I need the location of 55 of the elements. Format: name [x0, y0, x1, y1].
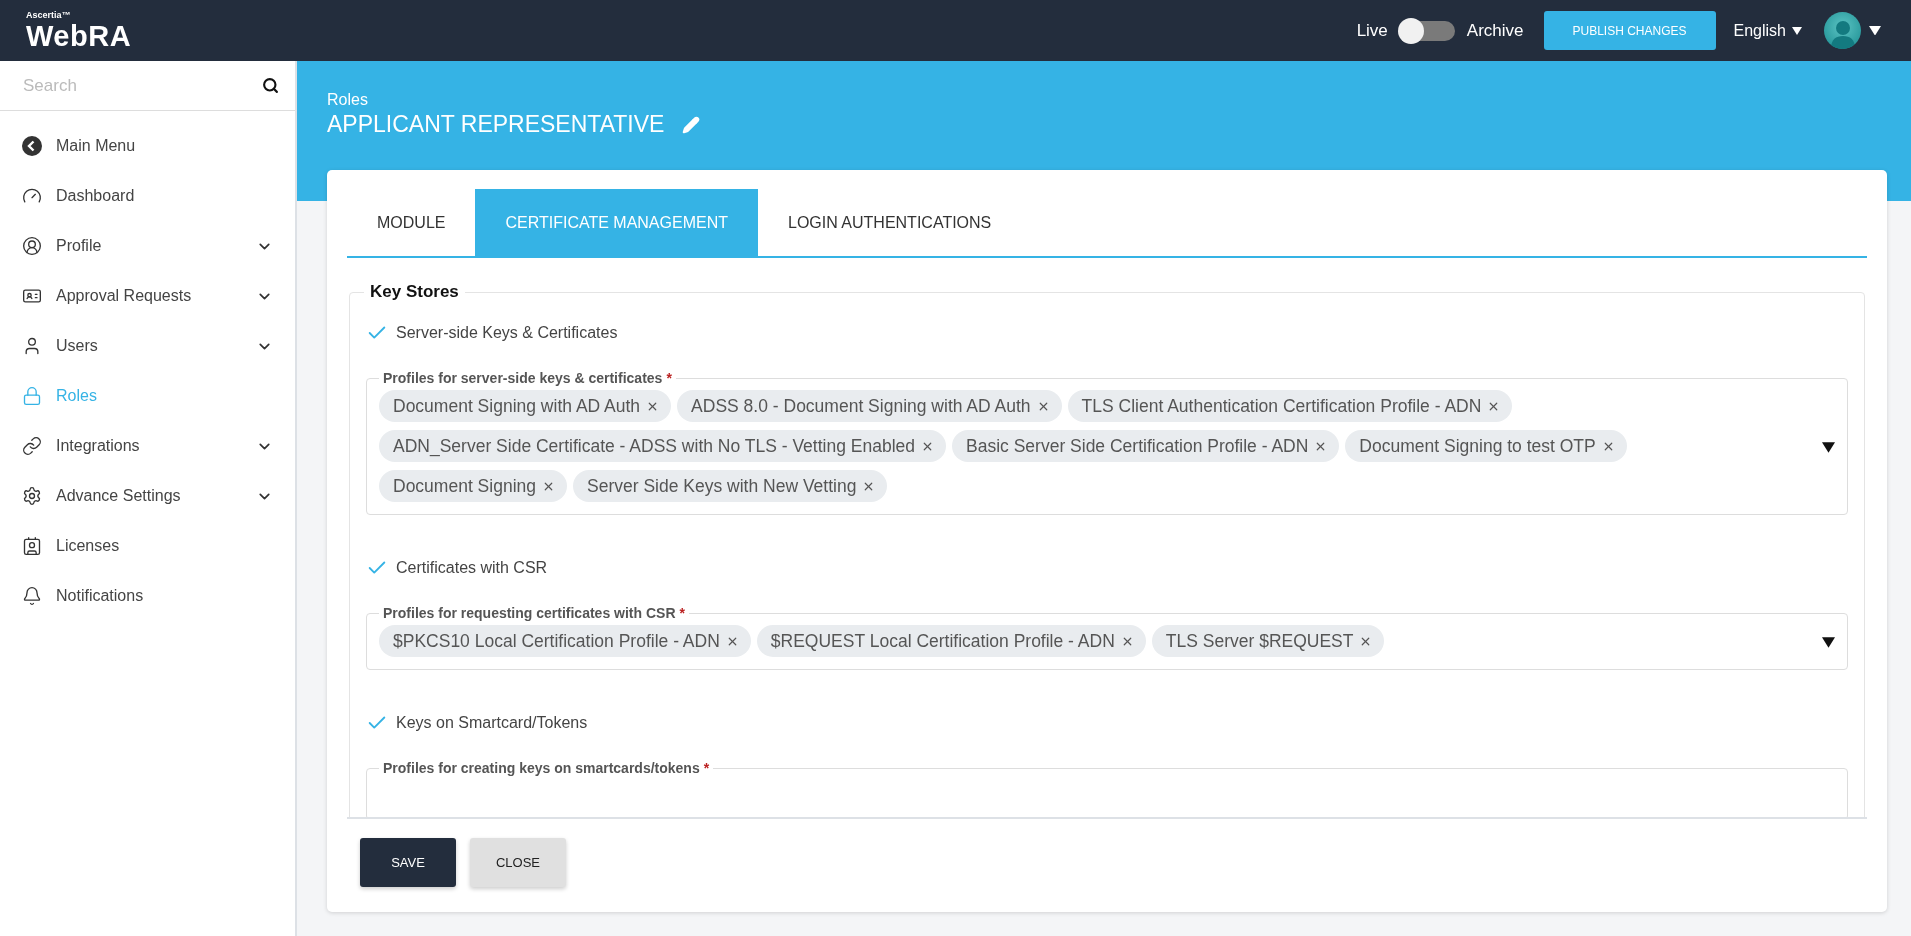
save-button[interactable]: SAVE	[360, 838, 456, 887]
profile-chip: ADN_Server Side Certificate - ADSS with No TLS - Vetting Enabled	[379, 430, 946, 462]
dropdown-icon[interactable]	[1822, 442, 1835, 453]
sidebar-item[interactable]: Advance Settings	[0, 471, 295, 521]
profile-chip: $REQUEST Local Certification Profile - ADN	[756, 625, 1146, 657]
profile-chip: $PKCS10 Local Certification Profile - ADN	[379, 625, 751, 657]
user-icon	[22, 236, 42, 256]
language-dropdown[interactable]: English	[1733, 21, 1802, 40]
group-title: Key Stores	[369, 282, 460, 302]
link-icon	[22, 436, 42, 456]
profile-select[interactable]	[366, 370, 1848, 515]
profile-chip: Document Signing	[379, 470, 567, 502]
avatar-icon[interactable]	[1824, 12, 1861, 49]
lock-icon	[22, 386, 42, 406]
sidebar-item[interactable]: Main Menu	[0, 121, 295, 171]
sidebar-item[interactable]: Approval Requests	[0, 271, 295, 321]
tab[interactable]: MODULE	[347, 189, 476, 256]
checkbox-label: Server-side Keys & Certificates	[396, 324, 618, 342]
sidebar-item[interactable]: Licenses	[0, 521, 295, 571]
sidebar-item[interactable]: Dashboard	[0, 171, 295, 221]
dropdown-icon[interactable]	[1822, 637, 1835, 648]
profile-chip: TLS Client Authentication Certification Profile - ADN	[1067, 390, 1513, 422]
profile-chip: Document Signing with AD Auth	[379, 390, 672, 422]
caret-icon	[1792, 26, 1802, 35]
profile-chip: Server Side Keys with New Vetting	[573, 470, 888, 502]
bell-icon	[22, 586, 42, 606]
settings-icon	[22, 486, 42, 506]
search-icon	[262, 77, 279, 94]
tab[interactable]: LOGIN AUTHENTICATIONS	[758, 189, 1022, 256]
live-label: Live	[1356, 20, 1388, 41]
profile-chip: ADSS 8.0 - Document Signing with AD Auth	[677, 390, 1062, 422]
checkbox-label: Keys on Smartcard/Tokens	[396, 714, 588, 732]
breadcrumb: Roles	[327, 91, 369, 109]
field-label: Profiles for creating keys on smartcards/tokens *	[382, 760, 711, 776]
field-label: Profiles for requesting certificates with CSR *	[382, 605, 686, 621]
sidebar-item[interactable]: Profile	[0, 221, 295, 271]
sidebar-item[interactable]: Notifications	[0, 571, 295, 621]
profile-select[interactable]: Profiles for creating keys on smartcards/tokens *	[366, 760, 1848, 817]
profile-select[interactable]: Profiles for requesting certificates with CSR * $PKCS10 Local Certification Profile - ADN $REQUEST Local Certification Profile - ADN TLS Server $REQUEST	[366, 605, 1848, 670]
close-button[interactable]: CLOSE	[470, 838, 566, 887]
checkbox-label: Certificates with CSR	[396, 559, 548, 577]
mode-toggle[interactable]	[1399, 20, 1455, 41]
sidebar-item[interactable]: Integrations	[0, 421, 295, 471]
logo-tagline: Ascertia™	[26, 10, 72, 20]
page-title: APPLICANT REPRESENTATIVE	[327, 111, 665, 138]
archive-label: Archive	[1466, 20, 1524, 41]
sidebar-item[interactable]: Users	[0, 321, 295, 371]
id-card-icon	[22, 536, 42, 556]
field-label: Profiles for server-side keys & certificates *	[382, 370, 673, 386]
profile-chip: Basic Server Side Certification Profile - ADN	[952, 430, 1340, 462]
profile-chip: TLS Server $REQUEST	[1151, 625, 1385, 657]
profile-chip: Document Signing to test OTP	[1345, 430, 1627, 462]
back-icon	[22, 136, 42, 156]
caret-icon	[1869, 25, 1881, 36]
logo-text: WebRA	[26, 21, 132, 51]
